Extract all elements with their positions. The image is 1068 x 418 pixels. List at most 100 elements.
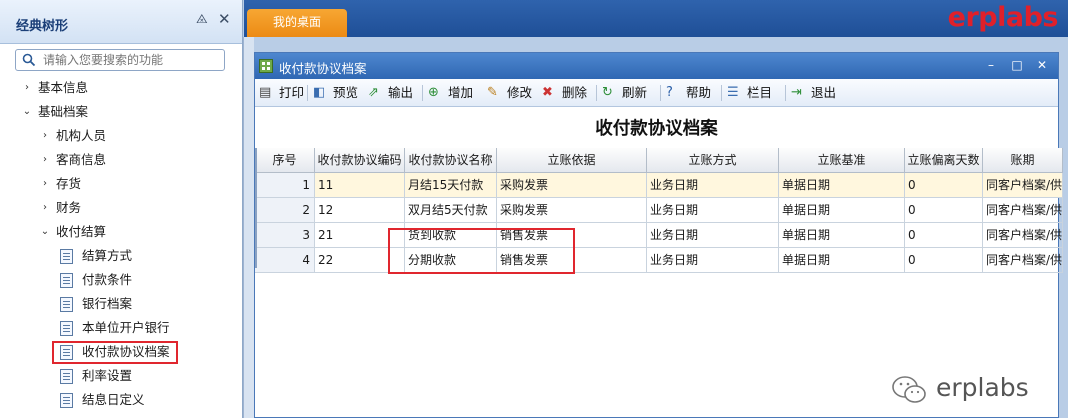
column-header[interactable]: 序号 [255, 148, 315, 173]
column-header[interactable]: 立账基准 [779, 148, 905, 173]
chevron-right-icon[interactable]: › [40, 196, 50, 220]
table-cell[interactable]: 0 [905, 173, 983, 198]
toolbar-label: 修改 [507, 85, 533, 100]
document-icon [60, 249, 73, 264]
table-cell[interactable]: 0 [905, 248, 983, 273]
tab-desktop[interactable]: 我的桌面 [247, 9, 347, 37]
top-tab-bar: 我的桌面 erplabs [244, 0, 1068, 37]
export-icon: ⇗ [368, 85, 379, 100]
table-cell[interactable]: 同客户档案/供 [983, 198, 1063, 223]
table-row[interactable]: 3 21 货到收款 销售发票 业务日期 单据日期 0 同客户档案/供 [255, 223, 1063, 248]
column-header[interactable]: 收付款协议编码 [315, 148, 405, 173]
splitter[interactable] [243, 37, 254, 418]
column-header[interactable]: 账期 [983, 148, 1063, 173]
table-cell[interactable]: 业务日期 [647, 248, 779, 273]
maximize-icon[interactable]: □ [1010, 58, 1024, 72]
table-cell[interactable]: 同客户档案/供 [983, 223, 1063, 248]
toolbar-separator [721, 85, 722, 101]
tree-item[interactable]: › 机构人员 [0, 124, 242, 148]
document-icon [60, 393, 73, 408]
table-row[interactable]: 2 12 双月结5天付款 采购发票 业务日期 单据日期 0 同客户档案/供 [255, 198, 1063, 223]
tree-item[interactable]: › 财务 [0, 196, 242, 220]
chevron-right-icon[interactable]: › [40, 148, 50, 172]
table-cell[interactable]: 单据日期 [779, 248, 905, 273]
tree-item[interactable]: › 基本信息 [0, 76, 242, 100]
tree-item-label: 收付结算 [56, 224, 107, 239]
table-cell[interactable]: 3 [255, 223, 315, 248]
tree-item[interactable]: 银行档案 [0, 292, 242, 316]
watermark-text: erplabs [936, 373, 1029, 402]
table-cell[interactable]: 11 [315, 173, 405, 198]
highlight-box-rows [388, 228, 575, 274]
tree-item[interactable]: 结算方式 [0, 244, 242, 268]
table-cell[interactable]: 业务日期 [647, 173, 779, 198]
grid-header-row: 序号 收付款协议编码 收付款协议名称 立账依据 立账方式 立账基准 立账偏离天数 账期 [255, 148, 1063, 173]
highlight-box-nav [52, 341, 178, 364]
chevron-right-icon[interactable]: › [40, 172, 50, 196]
column-header[interactable]: 立账方式 [647, 148, 779, 173]
close-icon[interactable]: ✕ [218, 12, 232, 27]
table-cell[interactable]: 单据日期 [779, 198, 905, 223]
table-cell[interactable]: 12 [315, 198, 405, 223]
chevron-down-icon[interactable]: ⌄ [40, 220, 50, 244]
minimize-icon[interactable]: – [984, 58, 998, 72]
tree-item-label: 银行档案 [82, 296, 133, 311]
tree-item[interactable]: ⌄ 基础档案 [0, 100, 242, 124]
toolbar-label: 删除 [562, 85, 588, 100]
table-cell[interactable]: 月结15天付款 [405, 173, 497, 198]
table-row[interactable]: 1 11 月结15天付款 采购发票 业务日期 单据日期 0 同客户档案/供 [255, 173, 1063, 198]
tree-item-label: 本单位开户银行 [82, 320, 170, 335]
table-cell[interactable]: 单据日期 [779, 223, 905, 248]
table-cell[interactable]: 同客户档案/供 [983, 248, 1063, 273]
table-cell[interactable]: 业务日期 [647, 198, 779, 223]
add-icon: ⊕ [428, 85, 439, 100]
search-box[interactable] [15, 49, 225, 71]
table-cell[interactable]: 4 [255, 248, 315, 273]
column-header[interactable]: 立账偏离天数 [905, 148, 983, 173]
table-cell[interactable]: 采购发票 [497, 198, 647, 223]
table-cell[interactable]: 单据日期 [779, 173, 905, 198]
table-cell[interactable]: 双月结5天付款 [405, 198, 497, 223]
table-cell[interactable]: 0 [905, 223, 983, 248]
tree-item[interactable]: › 存货 [0, 172, 242, 196]
window-titlebar: 收付款协议档案 – □ ✕ [255, 53, 1058, 79]
left-panel-header: 经典树形 ⨻ ✕ [0, 0, 242, 44]
search-input[interactable] [43, 51, 221, 69]
table-cell[interactable]: 采购发票 [497, 173, 647, 198]
table-cell[interactable]: 同客户档案/供 [983, 173, 1063, 198]
edit-icon: ✎ [487, 85, 498, 100]
left-nav-panel: 经典树形 ⨻ ✕ › 基本信息 ⌄ 基础档案 › 机构人员 › 客商信息 › 存货 › 财务 ⌄ 收付结算… [0, 0, 243, 418]
table-cell[interactable]: 0 [905, 198, 983, 223]
chevron-right-icon[interactable]: › [40, 124, 50, 148]
toolbar-separator [596, 85, 597, 101]
table-cell[interactable]: 2 [255, 198, 315, 223]
pin-icon[interactable]: ⨻ [196, 13, 210, 27]
tree-item[interactable]: 利率设置 [0, 364, 242, 388]
toolbar-label: 预览 [333, 85, 359, 100]
tree-item[interactable]: 本单位开户银行 [0, 316, 242, 340]
chevron-down-icon[interactable]: ⌄ [22, 100, 32, 124]
toolbar-separator [660, 85, 661, 101]
tree-item-label: 基础档案 [38, 104, 89, 119]
window-title: 收付款协议档案 [279, 61, 367, 76]
tree-item[interactable]: › 客商信息 [0, 148, 242, 172]
table-cell[interactable]: 业务日期 [647, 223, 779, 248]
chevron-right-icon[interactable]: › [22, 76, 32, 100]
tree-item-label: 机构人员 [56, 128, 107, 143]
tree-item[interactable]: ⌄ 收付结算 [0, 220, 242, 244]
column-header[interactable]: 立账依据 [497, 148, 647, 173]
column-header[interactable]: 收付款协议名称 [405, 148, 497, 173]
search-icon[interactable] [22, 53, 36, 67]
tree-item[interactable]: 结息日定义 [0, 388, 242, 412]
close-window-icon[interactable]: ✕ [1035, 58, 1049, 72]
toolbar-separator [785, 85, 786, 101]
table-cell[interactable]: 1 [255, 173, 315, 198]
table-row[interactable]: 4 22 分期收款 销售发票 业务日期 单据日期 0 同客户档案/供 [255, 248, 1063, 273]
tree-item[interactable]: 付款条件 [0, 268, 242, 292]
toolbar-separator [422, 85, 423, 101]
document-window: 收付款协议档案 – □ ✕ ▤ 打印 ◧ 预览 ⇗ 输出 ⊕ 增加 ✎ 修改 ✖ 删除 ↻ 刷新? 帮助 ☰ 栏… [254, 52, 1063, 418]
exit-icon: ⇥ [791, 85, 802, 100]
toolbar-label: 增加 [448, 85, 474, 100]
report-title: 收付款协议档案 [595, 119, 718, 139]
app-icon [259, 59, 273, 73]
